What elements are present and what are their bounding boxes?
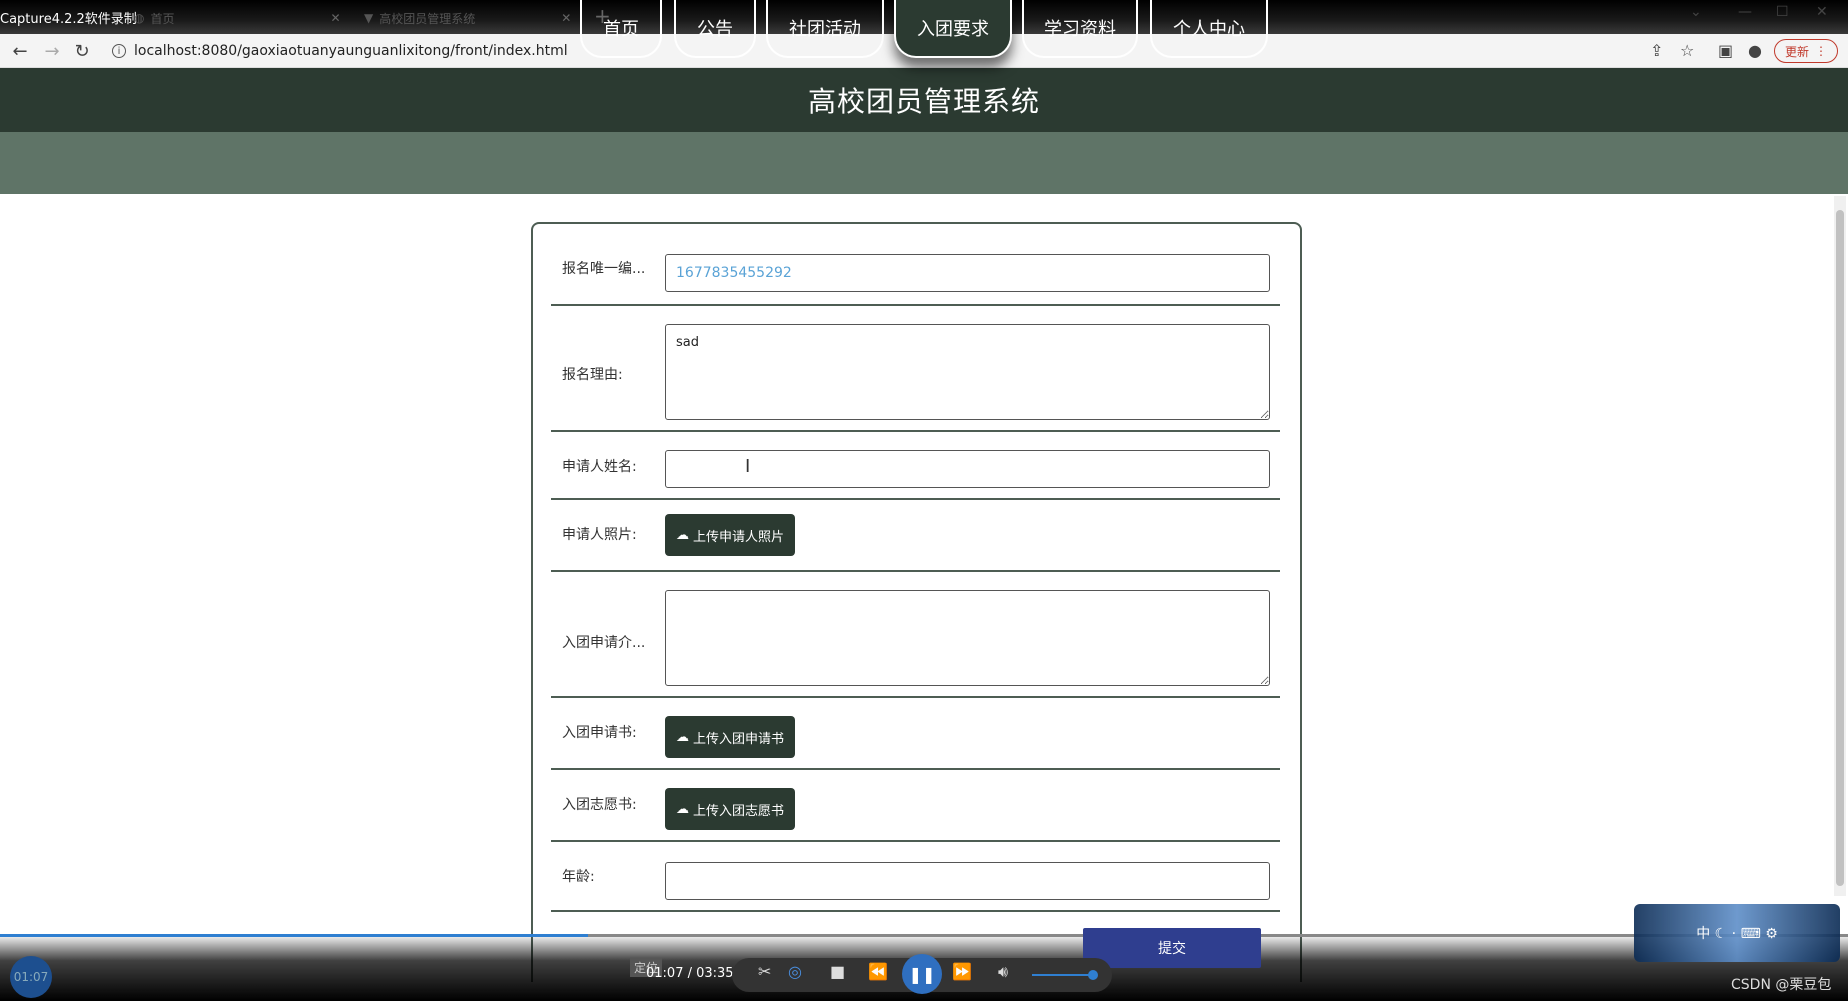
- site-title: 高校团员管理系统: [807, 85, 1040, 118]
- upload-application-label: 上传入团申请书: [692, 731, 784, 747]
- intro-textarea[interactable]: [665, 590, 1270, 686]
- form-row-age: 年龄:: [551, 842, 1280, 912]
- intro-label: 入团申请介...: [562, 635, 646, 651]
- tab-label: 首页: [150, 11, 175, 26]
- upload-volunteer-label: 上传入团志愿书: [692, 803, 784, 819]
- form-row-reason: 报名理由: sad: [551, 306, 1280, 432]
- minimize-icon[interactable]: —: [1738, 4, 1752, 20]
- loop-icon[interactable]: ◎: [788, 962, 802, 981]
- name-input[interactable]: [665, 450, 1270, 488]
- close-icon[interactable]: ✕: [331, 11, 341, 25]
- reason-label: 报名理由:: [562, 367, 623, 383]
- pause-icon: ❚❚: [908, 964, 936, 984]
- recorder-title: Capture4.2.2软件录制: [0, 12, 137, 27]
- sidepanel-icon[interactable]: ▣: [1718, 41, 1733, 60]
- form-row-intro: 入团申请介...: [551, 572, 1280, 698]
- nav-item-activities[interactable]: 社团活动: [766, 0, 884, 58]
- upload-application-button[interactable]: ☁ 上传入团申请书: [665, 716, 795, 758]
- scrollbar-thumb[interactable]: [1836, 210, 1844, 886]
- url-text: localhost:8080/gaoxiaotuanyaunguanlixito…: [134, 43, 568, 59]
- nav-item-study-materials[interactable]: 学习资料: [1022, 0, 1138, 58]
- volume-icon[interactable]: 🔊︎: [998, 962, 1008, 982]
- reload-icon[interactable]: ↻: [70, 39, 94, 63]
- application-label: 入团申请书:: [562, 725, 637, 741]
- volume-knob[interactable]: [1088, 970, 1098, 980]
- submit-button[interactable]: 提交: [1083, 928, 1261, 968]
- browser-tab-home[interactable]: ◍ 首页 ✕: [134, 8, 341, 28]
- cloud-upload-icon: ☁: [675, 527, 689, 543]
- rewind-icon[interactable]: ⏪: [868, 962, 888, 981]
- star-icon[interactable]: ☆: [1680, 41, 1694, 60]
- playback-clock: 01:07: [10, 956, 52, 998]
- cloud-upload-icon: ☁: [675, 801, 689, 817]
- close-icon[interactable]: ✕: [561, 11, 571, 25]
- reason-textarea[interactable]: sad: [665, 324, 1270, 420]
- fast-forward-icon[interactable]: ⏩: [952, 962, 972, 981]
- form-row-reg-id: 报名唯一编... 1677835455292: [551, 224, 1280, 306]
- update-button[interactable]: 更新 ⋮: [1774, 39, 1838, 63]
- share-icon[interactable]: ⇪: [1650, 41, 1663, 60]
- volume-slider[interactable]: [1032, 974, 1092, 976]
- form-row-photo: 申请人照片: ☁ 上传申请人照片: [551, 500, 1280, 572]
- page-scrollbar[interactable]: [1834, 196, 1846, 896]
- forward-icon[interactable]: →: [40, 39, 64, 63]
- application-form: 报名唯一编... 1677835455292 报名理由: sad 申请人姓名: …: [531, 222, 1302, 982]
- info-icon[interactable]: i: [112, 44, 126, 58]
- browser-tab-system[interactable]: ▼ 高校团员管理系统 ✕: [364, 8, 571, 28]
- volunteer-label: 入团志愿书:: [562, 797, 637, 813]
- nav-item-home[interactable]: 首页: [580, 0, 662, 58]
- stop-icon[interactable]: ■: [830, 962, 845, 981]
- nav-strip: [0, 132, 1848, 194]
- form-row-application: 入团申请书: ☁ 上传入团申请书: [551, 698, 1280, 770]
- reg-id-label: 报名唯一编...: [562, 261, 646, 277]
- tab-label: 高校团员管理系统: [379, 11, 476, 26]
- cut-icon[interactable]: ✂: [758, 962, 771, 981]
- pause-button[interactable]: ❚❚: [902, 954, 942, 994]
- ime-toolbar[interactable]: 中 ☾ · ⌨ ⚙: [1634, 904, 1840, 962]
- form-row-name: 申请人姓名: I: [551, 432, 1280, 500]
- age-input[interactable]: [665, 862, 1270, 900]
- nav-item-join-requirements[interactable]: 入团要求: [894, 0, 1012, 58]
- nav-item-notice[interactable]: 公告: [674, 0, 756, 58]
- site-header: 高校团员管理系统: [0, 68, 1848, 132]
- chevron-down-icon[interactable]: ⌄: [1690, 4, 1702, 20]
- window-close-icon[interactable]: ✕: [1816, 4, 1828, 20]
- upload-photo-button[interactable]: ☁ 上传申请人照片: [665, 514, 795, 556]
- age-label: 年龄:: [562, 869, 595, 885]
- site-icon: ▼: [364, 11, 374, 25]
- maximize-icon[interactable]: ☐: [1776, 4, 1789, 20]
- upload-photo-label: 上传申请人照片: [692, 529, 784, 545]
- photo-label: 申请人照片:: [562, 527, 637, 543]
- watermark: CSDN @栗豆包: [1731, 977, 1832, 993]
- update-label: 更新: [1784, 44, 1809, 59]
- form-row-volunteer: 入团志愿书: ☁ 上传入团志愿书: [551, 770, 1280, 842]
- cloud-upload-icon: ☁: [675, 729, 689, 745]
- back-icon[interactable]: ←: [8, 39, 32, 63]
- video-progress-fill: [0, 934, 588, 937]
- name-label: 申请人姓名:: [562, 459, 637, 475]
- profile-icon[interactable]: ●: [1748, 41, 1762, 60]
- nav-item-personal-center[interactable]: 个人中心: [1150, 0, 1268, 58]
- upload-volunteer-button[interactable]: ☁ 上传入团志愿书: [665, 788, 795, 830]
- reg-id-field: 1677835455292: [665, 254, 1270, 292]
- playback-time: 01:07 / 03:35: [646, 966, 734, 981]
- menu-dots-icon: ⋮: [1815, 44, 1827, 58]
- globe-icon: ◍: [134, 11, 145, 25]
- text-cursor-icon: I: [745, 456, 751, 477]
